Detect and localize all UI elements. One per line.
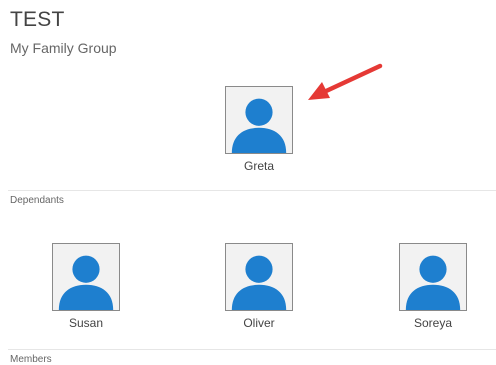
dependant-name: Susan: [68, 316, 104, 330]
section-divider: [8, 349, 496, 350]
dependant-card[interactable]: Soreya: [397, 243, 469, 330]
red-arrow-icon: [308, 63, 383, 100]
dependant-name: Soreya: [413, 316, 453, 330]
person-avatar-icon[interactable]: [225, 86, 293, 154]
dependant-card[interactable]: Oliver: [223, 243, 295, 330]
dependant-card[interactable]: Susan: [50, 243, 122, 330]
page-title: TEST: [10, 8, 65, 31]
members-section-label: Members: [10, 354, 52, 365]
person-avatar-icon[interactable]: [399, 243, 467, 311]
dependants-section-label: Dependants: [10, 195, 64, 206]
dependant-name: Oliver: [243, 316, 275, 330]
section-divider: [8, 190, 496, 191]
person-avatar-icon[interactable]: [225, 243, 293, 311]
primary-member-name: Greta: [243, 159, 274, 173]
primary-member-card[interactable]: Greta: [223, 86, 295, 173]
person-avatar-icon[interactable]: [52, 243, 120, 311]
group-subtitle: My Family Group: [10, 40, 117, 56]
